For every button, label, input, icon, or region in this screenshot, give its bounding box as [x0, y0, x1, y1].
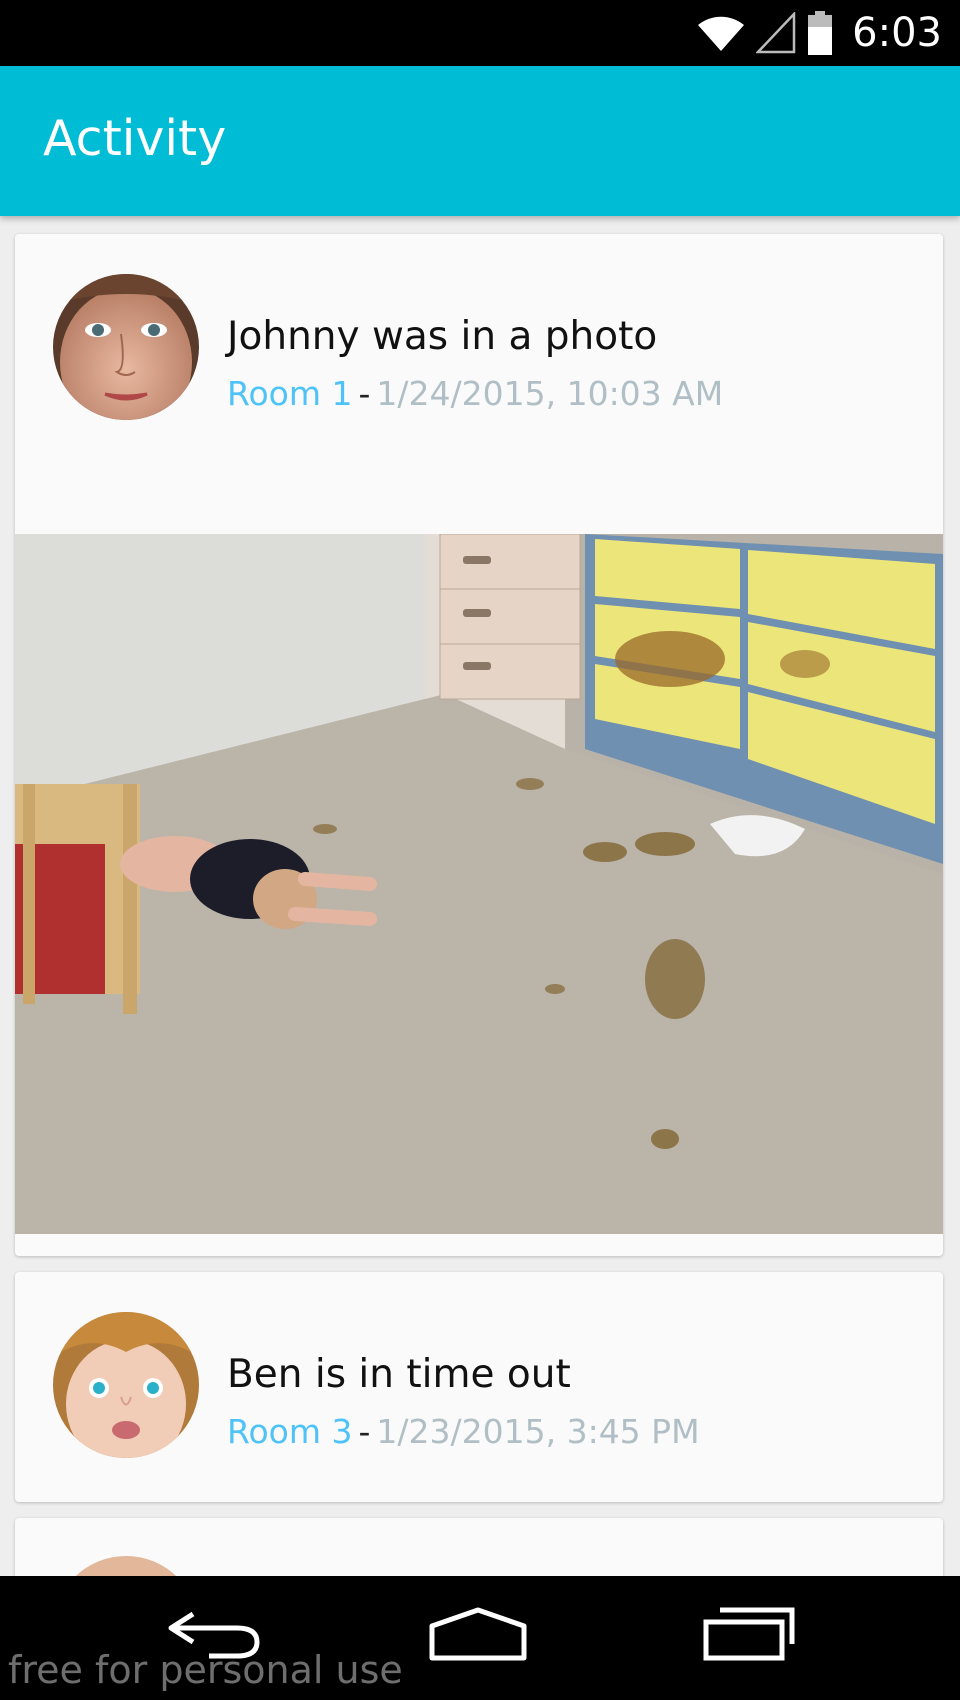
status-time: 6:03: [852, 10, 942, 56]
card-header: Johnny was in a photo Room 1-1/24/2015, …: [15, 234, 943, 434]
card-title: Ben is in time out: [227, 1352, 571, 1397]
recents-icon[interactable]: [700, 1604, 800, 1668]
wifi-icon: [696, 13, 746, 53]
activity-card[interactable]: [15, 1518, 943, 1576]
battery-icon: [806, 11, 834, 55]
avatar[interactable]: [53, 1556, 199, 1576]
status-bar: 6:03: [0, 0, 960, 66]
room-link[interactable]: Room 3: [227, 1412, 352, 1451]
page-title: Activity: [43, 110, 227, 167]
app-bar: Activity: [0, 66, 960, 216]
room-link[interactable]: Room 1: [227, 374, 352, 413]
activity-feed[interactable]: Johnny was in a photo Room 1-1/24/2015, …: [0, 216, 960, 1576]
card-subtitle: Room 1-1/24/2015, 10:03 AM: [227, 374, 723, 413]
timestamp: 1/24/2015, 10:03 AM: [376, 374, 724, 413]
card-subtitle: Room 3-1/23/2015, 3:45 PM: [227, 1412, 700, 1451]
separator: -: [358, 1412, 371, 1451]
card-title: Johnny was in a photo: [227, 314, 658, 359]
activity-photo[interactable]: [15, 534, 943, 1234]
activity-card[interactable]: Ben is in time out Room 3-1/23/2015, 3:4…: [15, 1272, 943, 1502]
activity-card[interactable]: Johnny was in a photo Room 1-1/24/2015, …: [15, 234, 943, 1256]
avatar-ben[interactable]: [53, 1312, 199, 1458]
separator: -: [358, 374, 371, 413]
avatar-johnny[interactable]: [53, 274, 199, 420]
status-icons: 6:03: [696, 8, 942, 58]
cell-signal-icon: [756, 12, 796, 54]
home-icon[interactable]: [428, 1604, 528, 1668]
watermark: free for personal use: [8, 1648, 403, 1692]
card-header: Ben is in time out Room 3-1/23/2015, 3:4…: [15, 1272, 943, 1472]
timestamp: 1/23/2015, 3:45 PM: [376, 1412, 700, 1451]
